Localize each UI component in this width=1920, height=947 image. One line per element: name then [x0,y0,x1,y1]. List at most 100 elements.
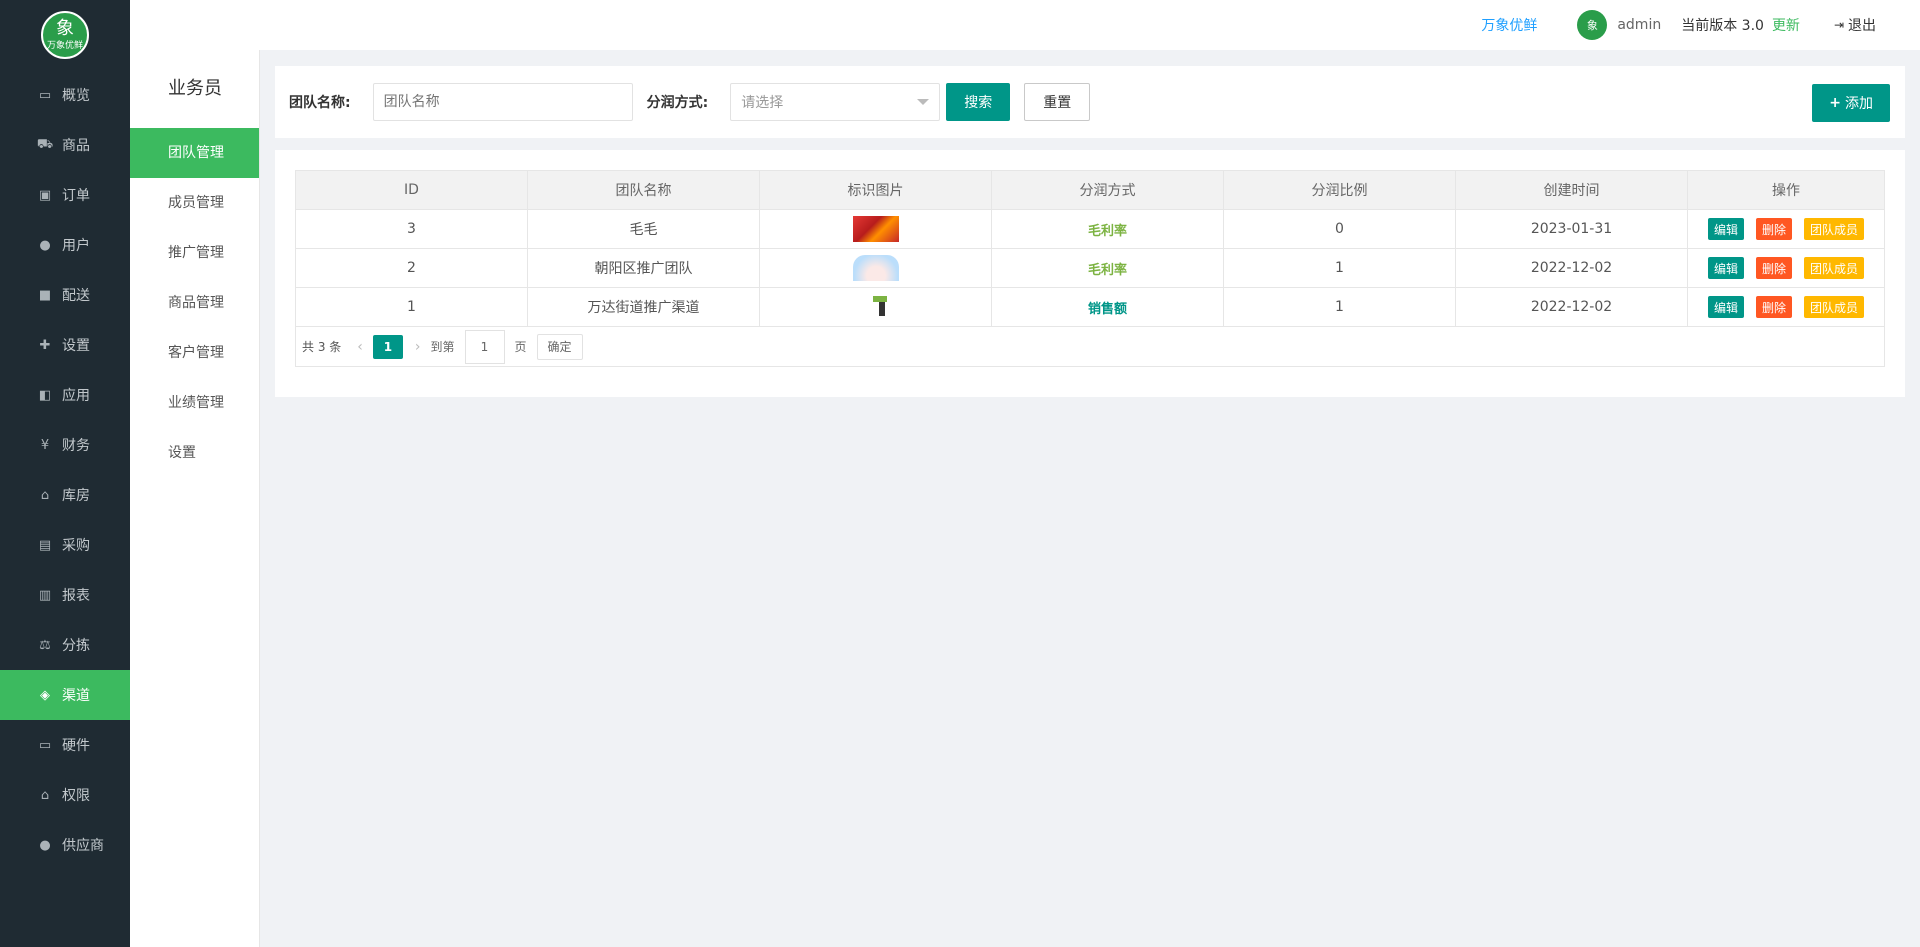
col-header-id[interactable]: ID [295,170,528,210]
chevron-right-icon[interactable]: › [415,339,421,355]
sidebar-item-warehouse[interactable]: ⌂ 库房 [0,470,130,520]
sidebar-item-reports[interactable]: ▥ 报表 [0,570,130,620]
table-row: 1 万达街道推广渠道 销售额 1 2022-12-02 编辑 删除 团队成员 [295,287,1885,327]
pagination-current-page[interactable]: 1 [372,334,403,359]
edit-button[interactable]: 编辑 [1707,257,1744,279]
delete-button[interactable]: 删除 [1755,257,1792,279]
select-placeholder: 请选择 [741,95,784,111]
sidebar-item-apps[interactable]: ◧ 应用 [0,370,130,420]
version-label: 当前版本 3.0 [1681,18,1764,34]
cell-name: 朝阳区推广团队 [527,248,760,288]
pagination-goto-label: 到第 [430,340,455,354]
delete-button[interactable]: 删除 [1755,296,1792,318]
cell-id: 2 [295,248,528,288]
subnav-title: 业务员 [168,78,222,99]
team-logo-image[interactable] [852,216,899,242]
update-link[interactable]: 更新 [1772,15,1800,35]
pagination-confirm-button[interactable]: 确定 [536,333,583,360]
table-row: 3 毛毛 毛利率 0 2023-01-31 编辑 删除 团队成员 [295,209,1885,249]
subnav-item-team[interactable]: 团队管理 [130,128,259,178]
method-text: 毛利率 [1087,262,1127,278]
edit-button[interactable]: 编辑 [1707,296,1744,318]
sidebar-item-channels[interactable]: ◈ 渠道 [0,670,130,720]
sidebar-item-label: 配送 [62,288,90,304]
top-header: 万象优鲜 象 admin 当前版本 3.0 更新 ⇥ 退出 [130,0,1920,50]
sidebar-item-label: 设置 [62,338,90,354]
yen-icon: ¥ [40,437,50,453]
sidebar-item-label: 采购 [62,538,90,554]
username[interactable]: admin [1617,17,1661,33]
sidebar-item-users[interactable]: ● 用户 [0,220,130,270]
split-method-label: 分润方式: [646,95,709,111]
team-name-label: 团队名称: [289,95,351,111]
cart-icon: ⛟ [36,136,54,152]
cell-actions: 编辑 删除 团队成员 [1687,248,1885,288]
table-card: ID 团队名称 标识图片 分润方式 分润比例 创建时间 操作 3 毛毛 毛利率 … [275,150,1905,397]
col-header-name[interactable]: 团队名称 [527,170,760,210]
cube-icon: ◈ [40,687,50,703]
team-name-input[interactable] [372,83,633,121]
subnav-item-performance[interactable]: 业绩管理 [130,378,259,428]
reset-button[interactable]: 重置 [1024,83,1091,121]
delete-button[interactable]: 删除 [1755,218,1792,240]
sidebar-item-delivery[interactable]: ■ 配送 [0,270,130,320]
team-members-button[interactable]: 团队成员 [1804,296,1865,318]
sidebar-item-finance[interactable]: ¥ 财务 [0,420,130,470]
sidebar-item-label: 库房 [62,488,90,504]
col-header-image[interactable]: 标识图片 [759,170,992,210]
cell-image [759,287,992,327]
brand-link[interactable]: 万象优鲜 [1481,15,1537,35]
sidebar-item-suppliers[interactable]: ● 供应商 [0,820,130,870]
sidebar-item-label: 应用 [62,388,90,404]
sidebar-item-sorting[interactable]: ⚖ 分拣 [0,620,130,670]
edit-button[interactable]: 编辑 [1707,218,1744,240]
table-row: 2 朝阳区推广团队 毛利率 1 2022-12-02 编辑 删除 团队成员 [295,248,1885,288]
desktop-icon: ▭ [38,737,52,753]
sidebar-item-overview[interactable]: ▭ 概览 [0,70,130,120]
main-sidebar: 象 万象优鲜 ▭ 概览 ⛟ 商品 ▣ 订单 ● 用户 ■ 配送 ✚ 设置 ◧ 应用 ¥ 财务 ⌂… [0,0,130,947]
plus-icon: + [1829,95,1841,111]
sidebar-item-label: 商品 [62,138,90,154]
avatar[interactable]: 象 [1577,10,1608,40]
sidebar-item-hardware[interactable]: ▭ 硬件 [0,720,130,770]
puzzle-icon: ✚ [39,337,51,353]
col-header-method[interactable]: 分润方式 [991,170,1224,210]
search-button[interactable]: 搜索 [946,83,1011,121]
col-header-created[interactable]: 创建时间 [1455,170,1688,210]
sidebar-item-permissions[interactable]: ⌂ 权限 [0,770,130,820]
cell-id: 1 [295,287,528,327]
truck-icon: ■ [38,287,52,303]
subnav-item-customers[interactable]: 客户管理 [130,328,259,378]
sidebar-item-orders[interactable]: ▣ 订单 [0,170,130,220]
team-members-button[interactable]: 团队成员 [1804,257,1865,279]
cell-method: 销售额 [991,287,1224,327]
sidebar-item-label: 报表 [62,588,90,604]
subnav-item-promotion[interactable]: 推广管理 [130,228,259,278]
cell-method: 毛利率 [991,209,1224,249]
subnav-item-goods[interactable]: 商品管理 [130,278,259,328]
apps-icon: ◧ [38,387,52,403]
team-logo-image[interactable] [852,294,899,320]
sidebar-item-label: 权限 [62,788,90,804]
add-button[interactable]: + 添加 [1812,84,1890,122]
chevron-left-icon[interactable]: ‹ [357,339,363,355]
pagination-page-unit: 页 [514,340,527,354]
filter-bar: 团队名称: 分润方式: 请选择 搜索 重置 +添加 [275,66,1905,138]
col-header-ratio[interactable]: 分润比例 [1223,170,1456,210]
money-icon: ▣ [38,187,52,203]
cell-method: 毛利率 [991,248,1224,288]
split-method-select[interactable]: 请选择 [730,83,941,121]
sidebar-item-purchase[interactable]: ▤ 采购 [0,520,130,570]
team-logo-image[interactable] [852,255,899,281]
bar-chart-icon: ▥ [38,587,52,603]
pagination-page-input[interactable]: 1 [464,329,505,364]
sidebar-item-goods[interactable]: ⛟ 商品 [0,120,130,170]
sidebar-item-settings[interactable]: ✚ 设置 [0,320,130,370]
group-icon: ● [39,837,51,853]
subnav-item-settings[interactable]: 设置 [130,428,259,478]
logout-icon: ⇥ [1833,18,1844,32]
method-text: 销售额 [1087,301,1127,317]
team-members-button[interactable]: 团队成员 [1804,218,1865,240]
subnav-item-members[interactable]: 成员管理 [130,178,259,228]
logout-button[interactable]: ⇥ 退出 [1834,15,1876,35]
